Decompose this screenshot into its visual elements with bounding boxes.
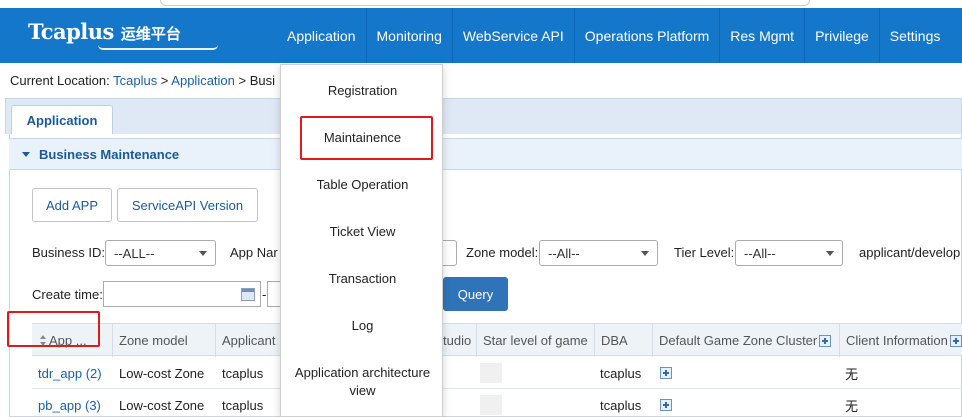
chevron-down-icon bbox=[641, 251, 649, 256]
client-info-cell: 无 bbox=[845, 398, 859, 414]
zone-model-select[interactable]: --All-- bbox=[539, 240, 658, 266]
col-star-level[interactable]: Star level of game bbox=[476, 324, 594, 357]
breadcrumb: Current Location: Tcaplus > Application … bbox=[10, 73, 275, 88]
app-name-label: App Nar bbox=[230, 245, 278, 260]
col-studio[interactable]: tudio bbox=[443, 324, 476, 357]
menu-item-transaction[interactable]: Transaction bbox=[281, 270, 444, 288]
col-default-zone-cluster-label: Default Game Zone Cluster bbox=[659, 333, 818, 348]
highlight-maintainence bbox=[300, 116, 433, 160]
nav-monitoring[interactable]: Monitoring bbox=[365, 8, 452, 63]
col-zone-model[interactable]: Zone model bbox=[112, 324, 215, 357]
create-time-start-input[interactable] bbox=[103, 281, 261, 307]
add-app-button[interactable]: Add APP bbox=[32, 188, 112, 222]
col-client-info-label: Client Information bbox=[846, 333, 948, 348]
chevron-down-icon bbox=[826, 251, 834, 256]
applicant-cell: tcaplus bbox=[222, 397, 264, 413]
menu-item-app-architecture-view[interactable]: Application architecture view bbox=[281, 364, 444, 400]
zone-model-cell: Low-cost Zone bbox=[119, 397, 205, 413]
expand-plus-icon[interactable] bbox=[660, 367, 672, 379]
create-time-end-input[interactable] bbox=[267, 281, 281, 307]
logo-text: Tcaplus bbox=[28, 19, 114, 44]
nav-operations-platform[interactable]: Operations Platform bbox=[573, 8, 720, 63]
breadcrumb-application[interactable]: Application bbox=[171, 73, 235, 88]
col-applicant[interactable]: Applicant bbox=[215, 324, 278, 357]
menu-item-log[interactable]: Log bbox=[281, 317, 444, 335]
address-bar[interactable] bbox=[160, 0, 810, 6]
collapse-caret-icon[interactable] bbox=[22, 151, 30, 157]
dba-cell: tcaplus bbox=[600, 365, 642, 381]
expand-plus-icon[interactable] bbox=[949, 334, 962, 347]
nav-application[interactable]: Application bbox=[277, 8, 366, 63]
calendar-icon[interactable] bbox=[241, 288, 255, 301]
menu-item-ticket-view[interactable]: Ticket View bbox=[281, 223, 444, 241]
zone-model-label: Zone model: bbox=[466, 245, 539, 260]
nav-webservice-api[interactable]: WebService API bbox=[451, 8, 574, 63]
nav-res-mgmt[interactable]: Res Mgmt bbox=[719, 8, 804, 63]
date-separator: - bbox=[262, 287, 267, 302]
col-star-level-label: Star level of game bbox=[483, 333, 588, 348]
col-dba[interactable]: DBA bbox=[594, 324, 652, 357]
default-cluster-cell bbox=[658, 389, 672, 417]
nav-privilege[interactable]: Privilege bbox=[804, 8, 879, 63]
breadcrumb-separator: > bbox=[157, 73, 172, 88]
highlight-app-column bbox=[7, 311, 100, 347]
col-default-zone-cluster[interactable]: Default Game Zone Cluster bbox=[652, 324, 839, 357]
col-studio-label: tudio bbox=[443, 333, 472, 348]
dba-cell: tcaplus bbox=[600, 397, 642, 413]
top-header: Tcaplus 运维平台 Application Monitoring WebS… bbox=[0, 8, 962, 63]
logo-swoosh bbox=[98, 45, 218, 50]
main-nav: Application Monitoring WebService API Op… bbox=[277, 8, 950, 63]
client-info-cell: 无 bbox=[845, 366, 859, 382]
breadcrumb-prefix: Current Location: bbox=[10, 73, 114, 88]
business-id-label: Business ID: bbox=[32, 245, 105, 260]
logo-subtitle: 运维平台 bbox=[120, 25, 181, 43]
browser-top-strip bbox=[0, 0, 962, 8]
chevron-down-icon bbox=[199, 251, 207, 256]
table-header: App ... Zone model Applicant tudio Star … bbox=[32, 323, 962, 357]
menu-item-table-operation[interactable]: Table Operation bbox=[281, 176, 444, 194]
tab-application[interactable]: Application bbox=[11, 105, 113, 135]
query-button[interactable]: Query bbox=[443, 277, 508, 311]
tier-level-select[interactable]: --All-- bbox=[735, 240, 843, 266]
nav-settings[interactable]: Settings bbox=[878, 8, 951, 63]
col-zone-model-label: Zone model bbox=[119, 333, 188, 348]
app-link[interactable]: tdr_app (2) bbox=[38, 357, 102, 389]
section-title: Business Maintenance bbox=[39, 146, 180, 162]
section-header[interactable]: Business Maintenance bbox=[9, 138, 962, 170]
business-id-select[interactable]: --ALL-- bbox=[105, 240, 216, 266]
zone-model-cell: Low-cost Zone bbox=[119, 365, 205, 381]
col-client-info[interactable]: Client Information bbox=[839, 324, 962, 357]
breadcrumb-separator: > bbox=[234, 73, 250, 88]
col-dba-label: DBA bbox=[601, 333, 628, 348]
business-id-value: --ALL-- bbox=[114, 245, 155, 261]
expand-plus-icon[interactable] bbox=[660, 399, 672, 411]
star-level-cell bbox=[480, 395, 502, 415]
col-applicant-label: Applicant bbox=[222, 333, 276, 348]
create-time-label: Create time: bbox=[32, 287, 103, 302]
table-row: pb_app (3) Low-cost Zone tcaplus tcaplus… bbox=[32, 389, 962, 417]
zone-model-value: --All-- bbox=[548, 245, 580, 261]
tier-level-label: Tier Level: bbox=[674, 245, 735, 260]
tab-strip: Application bbox=[5, 98, 962, 135]
menu-item-registration[interactable]: Registration bbox=[281, 82, 444, 100]
logo[interactable]: Tcaplus 运维平台 bbox=[28, 19, 218, 50]
breadcrumb-tcaplus[interactable]: Tcaplus bbox=[113, 73, 157, 88]
applicant-label: applicant/develop bbox=[859, 245, 961, 260]
tier-level-value: --All-- bbox=[744, 245, 776, 261]
serviceapi-version-button[interactable]: ServiceAPI Version bbox=[117, 188, 258, 222]
default-cluster-cell bbox=[658, 357, 672, 389]
star-level-cell bbox=[480, 363, 502, 383]
app-link[interactable]: pb_app (3) bbox=[38, 389, 101, 417]
table-row: tdr_app (2) Low-cost Zone tcaplus tcaplu… bbox=[32, 357, 962, 389]
expand-plus-icon[interactable] bbox=[819, 334, 832, 347]
breadcrumb-current: Busi bbox=[249, 73, 276, 88]
applicant-cell: tcaplus bbox=[222, 365, 264, 381]
